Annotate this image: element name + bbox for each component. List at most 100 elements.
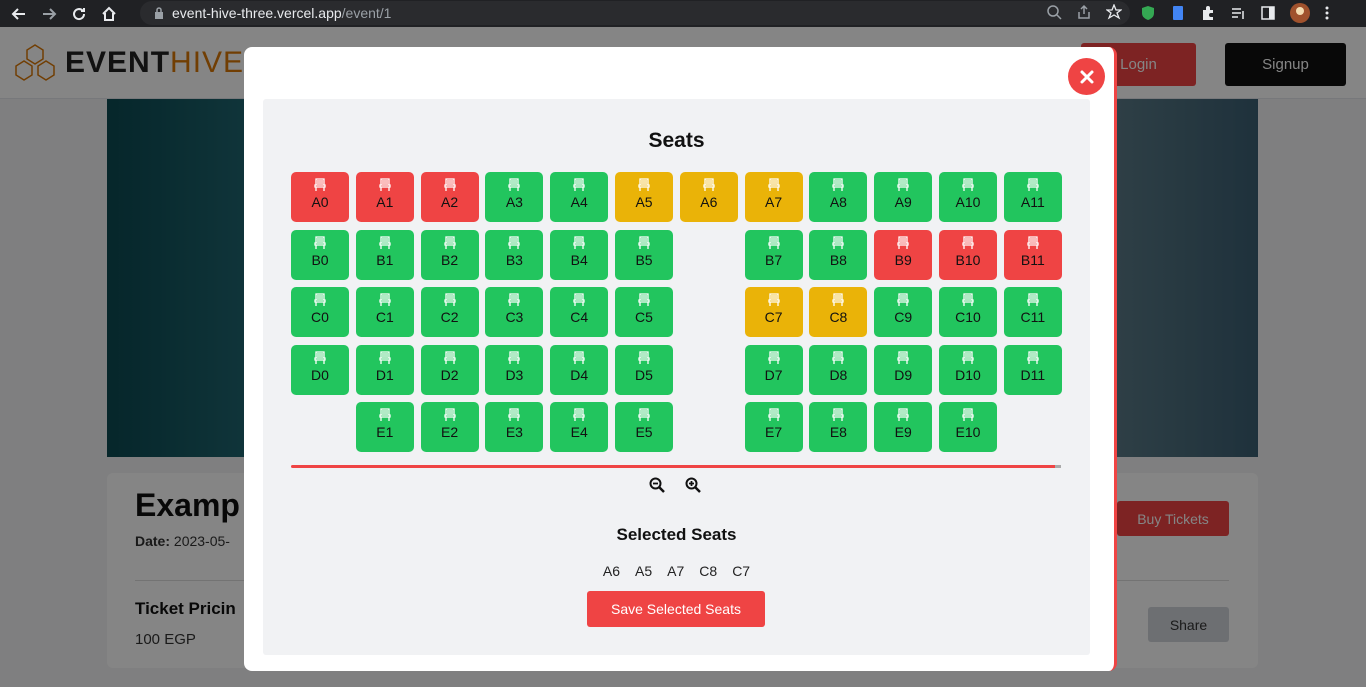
seat-c11[interactable]: C11 — [1003, 287, 1062, 338]
seat-c2[interactable]: C2 — [420, 287, 479, 338]
seat-d10[interactable]: D10 — [939, 344, 997, 395]
selected-seat-tag: A6 — [602, 563, 621, 579]
seat-e7[interactable]: E7 — [744, 402, 803, 453]
seat-d0[interactable]: D0 — [291, 344, 349, 395]
seat-b5[interactable]: B5 — [615, 229, 673, 280]
seat-d9[interactable]: D9 — [874, 344, 933, 395]
chair-icon — [767, 408, 780, 422]
zoom-out-icon[interactable] — [649, 477, 665, 493]
docs-extension-icon[interactable] — [1170, 5, 1186, 21]
chair-icon — [443, 293, 456, 307]
seat-e5[interactable]: E5 — [615, 402, 673, 453]
seat-label: C1 — [375, 309, 394, 326]
selected-seat-tag: C7 — [732, 563, 751, 579]
seat-d2[interactable]: D2 — [420, 344, 479, 395]
chair-icon — [443, 178, 456, 191]
seat-a7[interactable]: A7 — [744, 172, 803, 222]
home-icon[interactable] — [98, 3, 120, 25]
chair-icon — [897, 408, 909, 422]
chair-icon — [767, 351, 780, 364]
seat-a9[interactable]: A9 — [874, 172, 933, 222]
seat-e3[interactable]: E3 — [485, 402, 544, 453]
address-bar[interactable]: event-hive-three.vercel.app/event/1 — [140, 1, 1130, 25]
chair-icon — [508, 235, 521, 249]
seat-d5[interactable]: D5 — [615, 344, 673, 395]
chair-icon — [703, 178, 715, 191]
seat-d11[interactable]: D11 — [1003, 344, 1062, 395]
seat-label: E2 — [441, 424, 459, 441]
seat-b4[interactable]: B4 — [550, 229, 609, 280]
forward-icon[interactable] — [38, 3, 60, 25]
seat-b10: B10 — [939, 229, 997, 280]
seat-c5[interactable]: C5 — [615, 287, 673, 338]
chair-icon — [508, 293, 521, 307]
seat-c10[interactable]: C10 — [939, 287, 997, 338]
seat-d1[interactable]: D1 — [355, 344, 414, 395]
seat-a11[interactable]: A11 — [1003, 172, 1062, 222]
seat-label: C11 — [1020, 309, 1046, 326]
seat-b3[interactable]: B3 — [485, 229, 544, 280]
profile-avatar-icon[interactable] — [1290, 3, 1310, 23]
seat-d4[interactable]: D4 — [550, 344, 609, 395]
save-selected-seats-button[interactable]: Save Selected Seats — [587, 591, 765, 627]
seat-a4[interactable]: A4 — [550, 172, 609, 222]
seat-label: D0 — [311, 366, 329, 383]
seat-label: C8 — [829, 309, 848, 326]
seat-a3[interactable]: A3 — [485, 172, 544, 222]
seat-c7[interactable]: C7 — [744, 287, 803, 338]
seat-label: E9 — [894, 424, 912, 441]
share-page-icon[interactable] — [1076, 4, 1092, 20]
seat-b7[interactable]: B7 — [744, 229, 803, 280]
seat-e1[interactable]: E1 — [355, 402, 414, 453]
seat-a10[interactable]: A10 — [939, 172, 997, 222]
seat-c9[interactable]: C9 — [874, 287, 933, 338]
seat-c8[interactable]: C8 — [809, 287, 868, 338]
seat-map-panel: Seats A0 A1 A2 A3 A4 A5 A6 A7 A8 A9 A10 A11 B0 B1 B2 B3… — [263, 99, 1090, 655]
seat-d8[interactable]: D8 — [809, 344, 868, 395]
seat-c1[interactable]: C1 — [355, 287, 414, 338]
side-panel-icon[interactable] — [1260, 5, 1276, 21]
shield-extension-icon[interactable] — [1140, 5, 1156, 21]
seat-label: B3 — [505, 251, 523, 268]
seat-label: C2 — [440, 309, 459, 326]
seat-b2[interactable]: B2 — [420, 229, 479, 280]
seat-c3[interactable]: C3 — [485, 287, 544, 338]
seat-label: C4 — [570, 309, 589, 326]
zoom-icon[interactable] — [1046, 4, 1062, 20]
seat-label: D2 — [440, 366, 459, 383]
chair-icon — [638, 235, 650, 249]
seat-b1[interactable]: B1 — [355, 229, 414, 280]
media-control-icon[interactable] — [1230, 5, 1246, 21]
seat-d3[interactable]: D3 — [485, 344, 544, 395]
seat-label: B5 — [635, 251, 653, 268]
seat-label: D4 — [570, 366, 589, 383]
close-icon — [1080, 70, 1093, 83]
seat-e10[interactable]: E10 — [939, 402, 997, 453]
seat-b0[interactable]: B0 — [291, 229, 349, 280]
chair-icon — [638, 293, 650, 307]
seat-c4[interactable]: C4 — [550, 287, 609, 338]
close-modal-button[interactable] — [1068, 58, 1105, 95]
menu-dots-icon[interactable] — [1324, 5, 1330, 21]
reload-icon[interactable] — [68, 3, 90, 25]
seat-e4[interactable]: E4 — [550, 402, 609, 453]
seat-c0[interactable]: C0 — [291, 287, 349, 338]
browser-toolbar: event-hive-three.vercel.app/event/1 — [0, 0, 1366, 27]
seat-a5[interactable]: A5 — [615, 172, 673, 222]
seat-label: B10 — [955, 251, 981, 268]
zoom-in-icon[interactable] — [685, 477, 701, 493]
back-icon[interactable] — [8, 3, 30, 25]
chair-icon — [638, 178, 650, 191]
seat-a8[interactable]: A8 — [809, 172, 868, 222]
seat-label: B11 — [1020, 251, 1045, 268]
seat-d7[interactable]: D7 — [744, 344, 803, 395]
seat-label: D7 — [764, 366, 783, 383]
chair-icon — [379, 408, 391, 422]
puzzle-extension-icon[interactable] — [1200, 5, 1216, 21]
seat-b8[interactable]: B8 — [809, 229, 868, 280]
seat-e8[interactable]: E8 — [809, 402, 868, 453]
bookmark-star-icon[interactable] — [1106, 4, 1122, 20]
seat-a6[interactable]: A6 — [679, 172, 738, 222]
seat-e9[interactable]: E9 — [874, 402, 933, 453]
seat-e2[interactable]: E2 — [420, 402, 479, 453]
